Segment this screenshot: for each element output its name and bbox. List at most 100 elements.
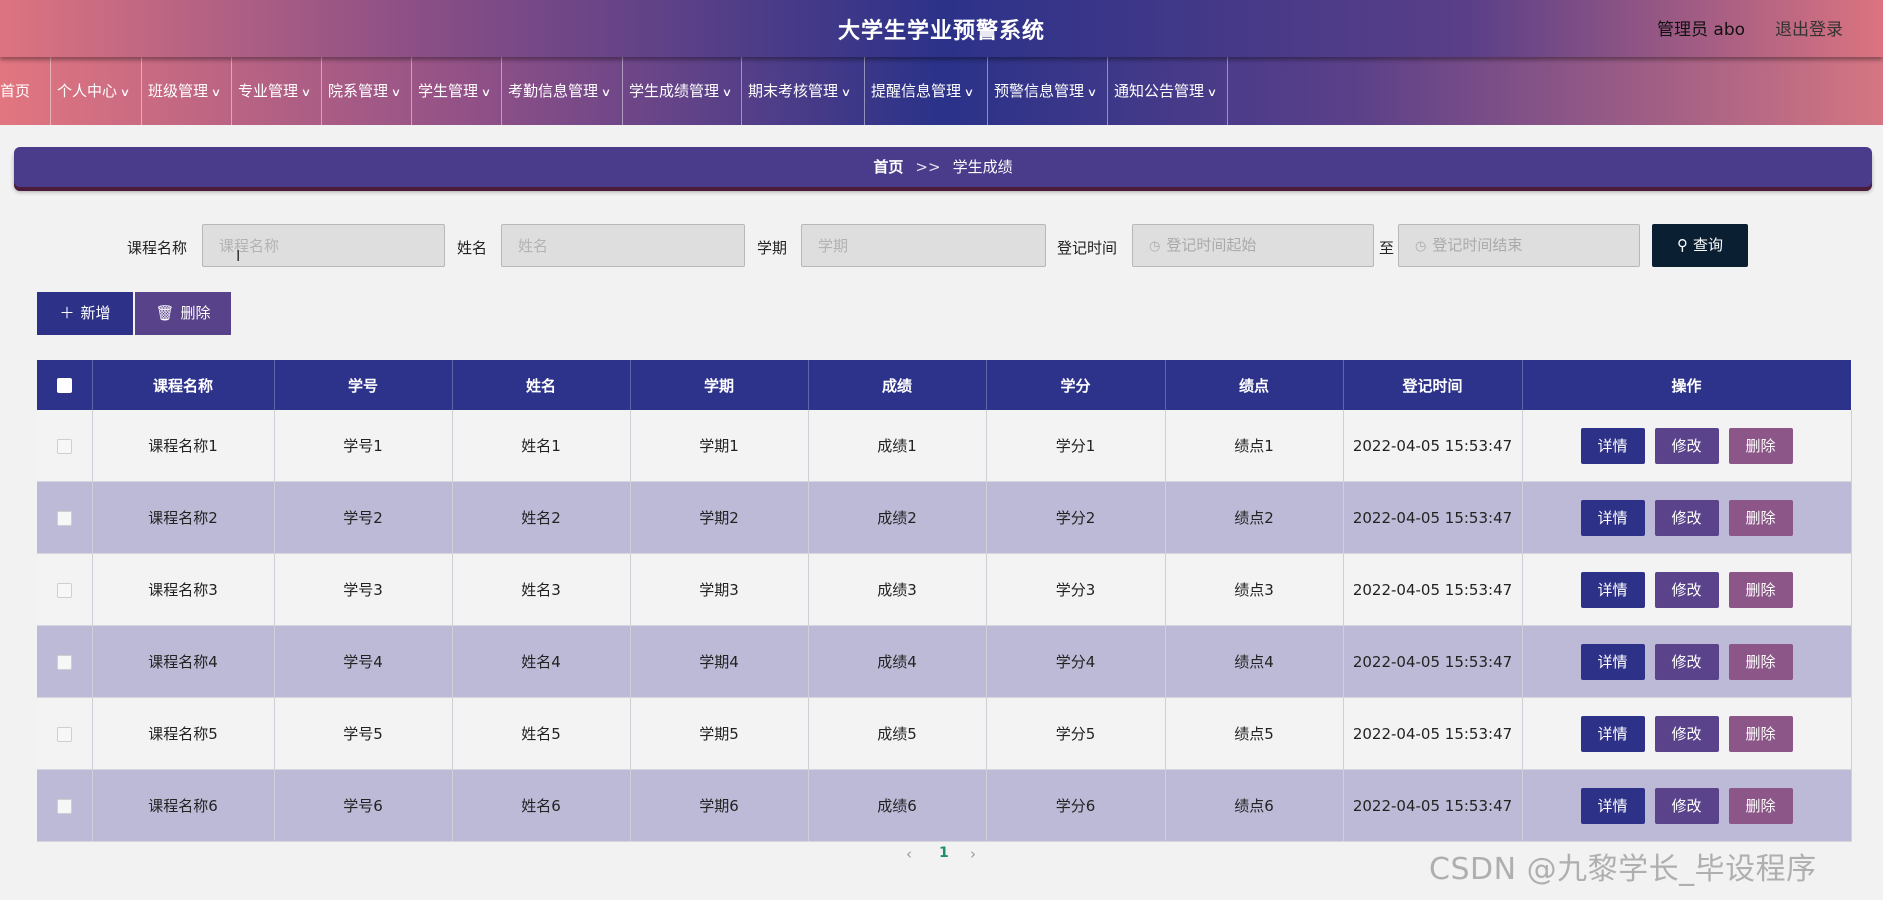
nav-item-attendance[interactable]: 考勤信息管理 ∨ [502,57,623,125]
nav-item-notice[interactable]: 通知公告管理 ∨ [1108,57,1228,125]
edit-button[interactable]: 修改 [1654,571,1719,608]
name-search-input[interactable] [501,224,745,267]
logout-link[interactable]: 退出登录 [1775,15,1843,40]
cell-gpa: 绩点5 [1165,697,1344,770]
detail-button[interactable]: 详情 [1580,787,1645,824]
pagination-prev-button[interactable]: ‹ [906,845,912,863]
term-label: 学期 [757,239,788,257]
edit-button[interactable]: 修改 [1654,643,1719,680]
cell-time: 2022-04-05 15:53:47 [1343,769,1523,842]
nav-item-scores[interactable]: 学生成绩管理 ∨ [623,57,742,125]
nav-item-home[interactable]: 首页 [0,57,51,125]
delete-button[interactable]: 删除 [1728,427,1793,464]
nav-item-final-exam[interactable]: 期末考核管理 ∨ [742,57,865,125]
column-header: 操作 [1522,360,1852,410]
cell-name: 姓名5 [452,697,631,770]
nav-item-label: 班级管理 [148,82,209,100]
column-header[interactable]: 成绩 [808,360,987,410]
detail-button[interactable]: 详情 [1580,643,1645,680]
cell-credit: 学分2 [986,481,1166,554]
cell-name: 姓名2 [452,481,631,554]
delete-button[interactable]: 删除 [1728,787,1793,824]
add-button-label: 新增 [80,304,111,322]
cell-score: 成绩1 [808,410,987,482]
edit-button[interactable]: 修改 [1654,715,1719,752]
nav-item-label: 专业管理 [238,82,299,100]
row-select-cell[interactable] [37,553,93,626]
column-header[interactable]: 课程名称 [92,360,275,410]
query-button[interactable]: ⚲ 查询 [1652,224,1748,267]
nav-item-label: 个人中心 [57,82,118,100]
nav-item-student[interactable]: 学生管理 ∨ [412,57,502,125]
edit-button[interactable]: 修改 [1654,499,1719,536]
cell-student-no: 学号6 [274,769,453,842]
column-header[interactable]: 学分 [986,360,1166,410]
row-select-cell[interactable] [37,625,93,698]
nav-item-label: 预警信息管理 [994,82,1085,100]
nav-item-label: 学生成绩管理 [629,82,720,100]
chevron-down-icon: ∨ [480,86,492,99]
time-start-placeholder: 登记时间起始 [1166,236,1257,254]
cell-term: 学期3 [630,553,809,626]
column-header[interactable]: 学号 [274,360,453,410]
delete-button[interactable]: 删除 [1728,715,1793,752]
delete-button[interactable]: 删除 [1728,571,1793,608]
chevron-down-icon: ∨ [300,86,312,99]
chevron-down-icon: ∨ [721,86,733,99]
detail-button[interactable]: 详情 [1580,715,1645,752]
row-checkbox[interactable] [56,654,72,670]
nav-item-warning[interactable]: 预警信息管理 ∨ [988,57,1108,125]
time-end-placeholder: 登记时间结束 [1432,236,1523,254]
cell-student-no: 学号3 [274,553,453,626]
detail-button[interactable]: 详情 [1580,499,1645,536]
delete-button[interactable]: 删除 [1728,499,1793,536]
column-header[interactable]: 登记时间 [1343,360,1523,410]
row-actions-cell: 详情 修改 删除 [1522,553,1852,626]
row-select-cell[interactable] [37,410,93,482]
breadcrumb-home[interactable]: 首页 [873,158,903,176]
cell-time: 2022-04-05 15:53:47 [1343,481,1523,554]
edit-button[interactable]: 修改 [1654,427,1719,464]
pagination-next-button[interactable]: › [970,845,976,863]
row-select-cell[interactable] [37,481,93,554]
detail-button[interactable]: 详情 [1580,427,1645,464]
cell-name: 姓名4 [452,625,631,698]
batch-delete-button[interactable]: 🗑 删除 [135,292,231,335]
edit-button[interactable]: 修改 [1654,787,1719,824]
row-checkbox[interactable] [56,510,72,526]
cell-gpa: 绩点6 [1165,769,1344,842]
column-header[interactable]: 姓名 [452,360,631,410]
column-header[interactable]: 学期 [630,360,809,410]
term-search-input[interactable] [801,224,1046,267]
time-end-picker[interactable]: ◷ 登记时间结束 [1398,224,1640,267]
select-all-cell[interactable] [37,360,93,410]
cell-score: 成绩3 [808,553,987,626]
nav-item-profile[interactable]: 个人中心 ∨ [51,57,142,125]
pagination-page-1[interactable]: 1 [939,845,949,861]
row-select-cell[interactable] [37,769,93,842]
column-header[interactable]: 绩点 [1165,360,1344,410]
table-row: 课程名称2 学号2 姓名2 学期2 成绩2 学分2 绩点2 2022-04-05 15:53:… [37,481,1852,554]
row-checkbox[interactable] [56,726,72,742]
detail-button[interactable]: 详情 [1580,571,1645,608]
cell-term: 学期2 [630,481,809,554]
row-checkbox[interactable] [56,582,72,598]
row-select-cell[interactable] [37,697,93,770]
add-button[interactable]: ＋ 新增 [37,292,133,335]
nav-item-department[interactable]: 院系管理 ∨ [322,57,412,125]
cell-name: 姓名6 [452,769,631,842]
row-checkbox[interactable] [56,798,72,814]
cell-course: 课程名称2 [92,481,275,554]
select-all-checkbox[interactable] [56,378,72,393]
cell-score: 成绩6 [808,769,987,842]
nav-item-reminder[interactable]: 提醒信息管理 ∨ [865,57,988,125]
row-checkbox[interactable] [56,438,72,454]
delete-button[interactable]: 删除 [1728,643,1793,680]
nav-item-class[interactable]: 班级管理 ∨ [142,57,232,125]
row-actions-cell: 详情 修改 删除 [1522,769,1852,842]
time-start-picker[interactable]: ◷ 登记时间起始 [1132,224,1374,267]
table-row: 课程名称4 学号4 姓名4 学期4 成绩4 学分4 绩点4 2022-04-05 15:53:… [37,625,1852,698]
app-title: 大学生学业预警系统 [837,19,1045,44]
nav-item-major[interactable]: 专业管理 ∨ [232,57,322,125]
cell-course: 课程名称6 [92,769,275,842]
